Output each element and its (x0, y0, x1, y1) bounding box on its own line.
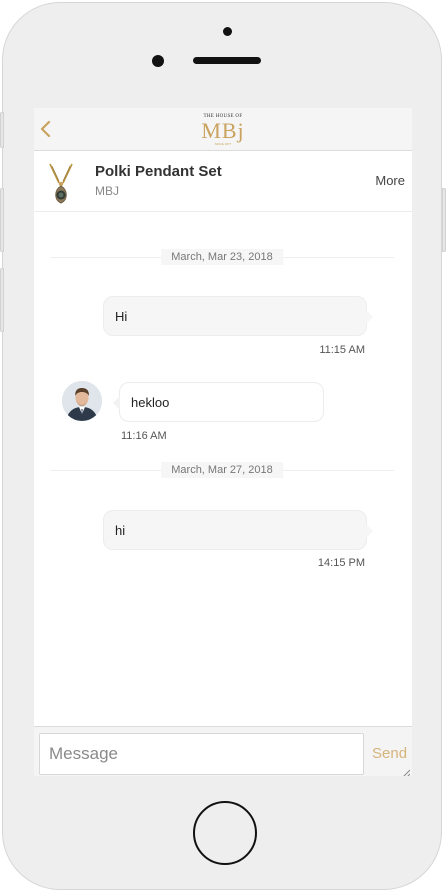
date-separator: March, Mar 23, 2018 (50, 249, 394, 265)
message-input[interactable] (39, 733, 364, 775)
product-header[interactable]: Polki Pendant Set MBJ More (34, 151, 412, 212)
message-text: hi (115, 522, 126, 538)
volume-up-button (0, 188, 4, 252)
volume-down-button (0, 268, 4, 332)
message-text: hekloo (131, 394, 170, 410)
pendant-thumbnail (46, 163, 76, 205)
proximity-sensor (152, 55, 164, 67)
date-label: March, Mar 27, 2018 (161, 462, 283, 478)
app-screen: THE HOUSE OF MBj SINCE 1877 Polki Pendan… (34, 108, 412, 776)
top-bar: THE HOUSE OF MBj SINCE 1877 (34, 108, 412, 151)
message-text: Hi (115, 308, 128, 324)
compose-bar: Send (34, 726, 412, 776)
logo-wordmark: MBj (201, 118, 245, 143)
power-button (442, 188, 446, 252)
sent-message-bubble[interactable]: hi (103, 510, 373, 550)
more-button[interactable]: More (375, 173, 405, 188)
resize-grip-icon[interactable] (401, 765, 411, 776)
brand-logo: THE HOUSE OF MBj SINCE 1877 (192, 114, 254, 148)
mute-switch (0, 112, 4, 148)
message-time: 11:16 AM (121, 430, 167, 442)
send-button[interactable]: Send (372, 745, 407, 762)
message-time: 14:15 PM (317, 557, 365, 569)
received-message-bubble[interactable]: hekloo (113, 382, 324, 422)
back-chevron-icon[interactable] (38, 118, 54, 140)
home-button[interactable] (193, 801, 257, 865)
date-label: March, Mar 23, 2018 (161, 249, 283, 265)
message-time: 11:15 AM (319, 344, 365, 356)
product-seller: MBJ (95, 184, 119, 198)
front-camera (223, 27, 232, 36)
earpiece-speaker (193, 57, 261, 64)
sent-message-bubble[interactable]: Hi (103, 296, 373, 336)
date-separator: March, Mar 27, 2018 (50, 462, 394, 478)
avatar (62, 381, 102, 421)
product-title: Polki Pendant Set (95, 163, 222, 180)
